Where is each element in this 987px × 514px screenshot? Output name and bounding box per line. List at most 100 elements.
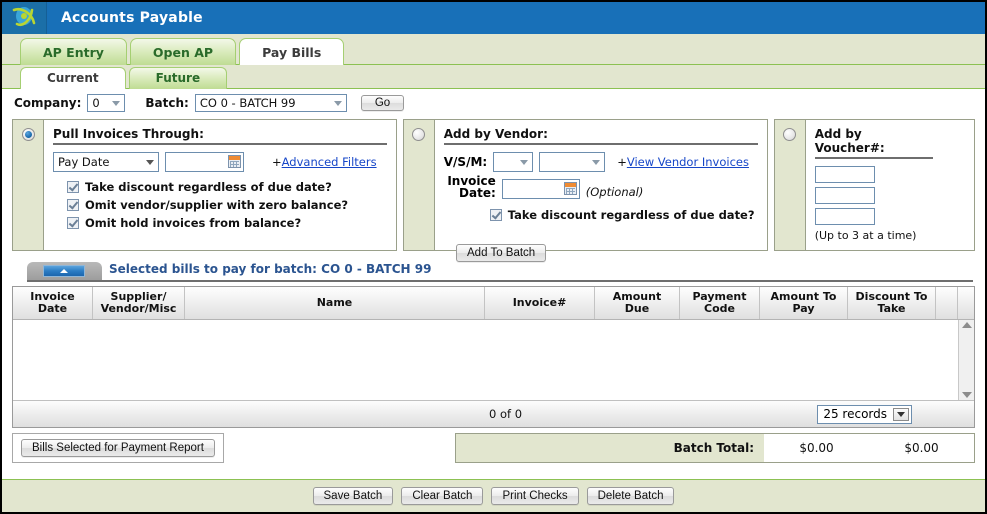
omit-hold-invoices-label: Omit hold invoices from balance? — [85, 216, 301, 230]
add-to-batch-button[interactable]: Add To Batch — [456, 244, 546, 262]
window-title: Accounts Payable — [61, 10, 203, 26]
add-by-vendor-panel: Add by Vendor: V/S/M: +View Vendor Inv — [403, 119, 768, 251]
batch-select-value: CO 0 - BATCH 99 — [200, 96, 296, 110]
calendar-icon[interactable] — [228, 155, 241, 168]
column-payment-code[interactable]: Payment Code — [680, 287, 760, 319]
omit-zero-balance-checkbox[interactable] — [67, 199, 79, 211]
column-extra-2 — [958, 287, 974, 319]
chevron-down-icon — [112, 101, 120, 106]
page-content: Company: 0 Batch: CO 0 - BATCH 99 Go Pul… — [2, 89, 985, 463]
clear-batch-button[interactable]: Clear Batch — [401, 487, 483, 505]
footer-action-bar: Save Batch Clear Batch Print Checks Dele… — [2, 479, 985, 512]
pull-mode-value: Pay Date — [58, 155, 109, 169]
column-amount-to-pay[interactable]: Amount To Pay — [760, 287, 848, 319]
title-bar: Accounts Payable — [2, 2, 985, 34]
column-payment-code-line2: Code — [704, 302, 735, 315]
pull-invoices-title: Pull Invoices Through: — [53, 127, 387, 145]
company-select[interactable]: 0 — [87, 94, 125, 112]
scroll-down-icon[interactable] — [962, 392, 972, 398]
pull-invoices-radio[interactable] — [22, 128, 35, 141]
calendar-icon[interactable] — [564, 182, 577, 195]
print-checks-button[interactable]: Print Checks — [491, 487, 578, 505]
invoice-date-row: Invoice Date: (Optional) — [444, 175, 758, 199]
chevron-up-icon — [60, 269, 68, 273]
delete-batch-button[interactable]: Delete Batch — [587, 487, 675, 505]
batch-label: Batch: — [145, 96, 188, 110]
go-button[interactable]: Go — [361, 95, 404, 111]
column-supplier-vendor-misc[interactable]: Supplier/ Vendor/Misc — [93, 287, 185, 319]
omit-hold-invoices-check-row: Omit hold invoices from balance? — [67, 216, 387, 230]
records-per-page-select[interactable]: 25 records — [817, 405, 912, 424]
bills-selected-report-button[interactable]: Bills Selected for Payment Report — [21, 439, 215, 457]
take-discount-checkbox[interactable] — [67, 181, 79, 193]
chevron-down-icon — [520, 160, 528, 165]
invoice-date-optional-note: (Optional) — [586, 185, 644, 199]
company-select-value: 0 — [92, 96, 99, 110]
collapse-section-button[interactable] — [43, 265, 85, 277]
tab-ap-entry[interactable]: AP Entry — [20, 38, 127, 65]
chevron-down-icon[interactable] — [893, 408, 909, 421]
batch-total-box: Batch Total: $0.00 $0.00 — [455, 433, 975, 463]
selected-bills-bar: Add To Batch Selected bills to pay for b… — [12, 260, 975, 282]
voucher-input-3[interactable] — [815, 208, 875, 225]
voucher-note: (Up to 3 at a time) — [815, 229, 965, 242]
column-discount-to-take[interactable]: Discount To Take — [848, 287, 936, 319]
add-by-voucher-radio-col — [775, 120, 806, 250]
batch-total-discount-to-take: $0.00 — [869, 434, 974, 462]
save-batch-button[interactable]: Save Batch — [313, 487, 394, 505]
vsm-type-select[interactable] — [493, 152, 533, 172]
chevron-down-icon — [146, 160, 154, 165]
swirl-logo-icon — [11, 5, 37, 32]
vsm-label: V/S/M: — [444, 155, 487, 169]
report-button-box: Bills Selected for Payment Report — [12, 433, 224, 463]
scroll-up-icon[interactable] — [962, 322, 972, 328]
pull-invoices-radio-col — [13, 120, 44, 250]
selected-bills-grid: Invoice Date Supplier/ Vendor/Misc Name … — [12, 286, 975, 428]
column-name-label: Name — [317, 297, 353, 309]
column-name[interactable]: Name — [185, 287, 485, 319]
tab-pay-bills[interactable]: Pay Bills — [239, 38, 344, 65]
omit-hold-invoices-checkbox[interactable] — [67, 217, 79, 229]
add-by-vendor-radio[interactable] — [412, 128, 425, 141]
grid-header-row: Invoice Date Supplier/ Vendor/Misc Name … — [13, 287, 974, 320]
grid-vertical-scrollbar[interactable] — [958, 320, 974, 400]
pull-mode-select[interactable]: Pay Date — [53, 152, 159, 172]
vendor-take-discount-label: Take discount regardless of due date? — [508, 208, 755, 222]
selected-bills-title: Selected bills to pay for batch: CO 0 - … — [109, 262, 431, 276]
view-vendor-invoices-link[interactable]: View Vendor Invoices — [627, 155, 749, 169]
chevron-down-icon — [334, 101, 342, 106]
pull-invoices-controls: Pay Date +Advanced Filters — [53, 152, 387, 172]
pull-date-input[interactable] — [165, 152, 244, 172]
column-amount-due[interactable]: Amount Due — [595, 287, 680, 319]
voucher-input-1[interactable] — [815, 166, 875, 183]
grid-body — [13, 320, 974, 400]
vendor-take-discount-checkbox[interactable] — [490, 209, 502, 221]
grid-rows-container — [13, 320, 958, 400]
add-by-vendor-title: Add by Vendor: — [444, 127, 758, 145]
advanced-filters-plus: + — [272, 155, 282, 169]
app-logo — [2, 2, 47, 34]
tab-current[interactable]: Current — [20, 67, 126, 89]
voucher-input-2[interactable] — [815, 187, 875, 204]
chevron-down-icon — [592, 160, 600, 165]
batch-select[interactable]: CO 0 - BATCH 99 — [195, 94, 347, 112]
tab-open-ap[interactable]: Open AP — [130, 38, 236, 65]
pager-count: 0 of 0 — [489, 407, 522, 421]
tab-future[interactable]: Future — [129, 67, 227, 89]
add-by-voucher-panel: Add by Voucher#: (Up to 3 at a time) — [774, 119, 975, 251]
invoice-source-panels: Pull Invoices Through: Pay Date +Advance… — [12, 119, 975, 251]
add-by-voucher-radio[interactable] — [783, 128, 796, 141]
secondary-tab-strip: Current Future — [2, 65, 985, 89]
invoice-date-input[interactable] — [502, 179, 580, 199]
column-invoice-number[interactable]: Invoice# — [485, 287, 595, 319]
bottom-summary-row: Bills Selected for Payment Report Batch … — [12, 433, 975, 463]
pull-invoices-panel: Pull Invoices Through: Pay Date +Advance… — [12, 119, 397, 251]
column-extra-1 — [936, 287, 958, 319]
omit-zero-balance-label: Omit vendor/supplier with zero balance? — [85, 198, 348, 212]
take-discount-label: Take discount regardless of due date? — [85, 180, 332, 194]
vsm-name-select[interactable] — [539, 152, 605, 172]
invoice-date-label: Invoice Date: — [444, 175, 496, 199]
omit-zero-balance-check-row: Omit vendor/supplier with zero balance? — [67, 198, 387, 212]
advanced-filters-link[interactable]: Advanced Filters — [282, 155, 377, 169]
column-invoice-date[interactable]: Invoice Date — [13, 287, 93, 319]
